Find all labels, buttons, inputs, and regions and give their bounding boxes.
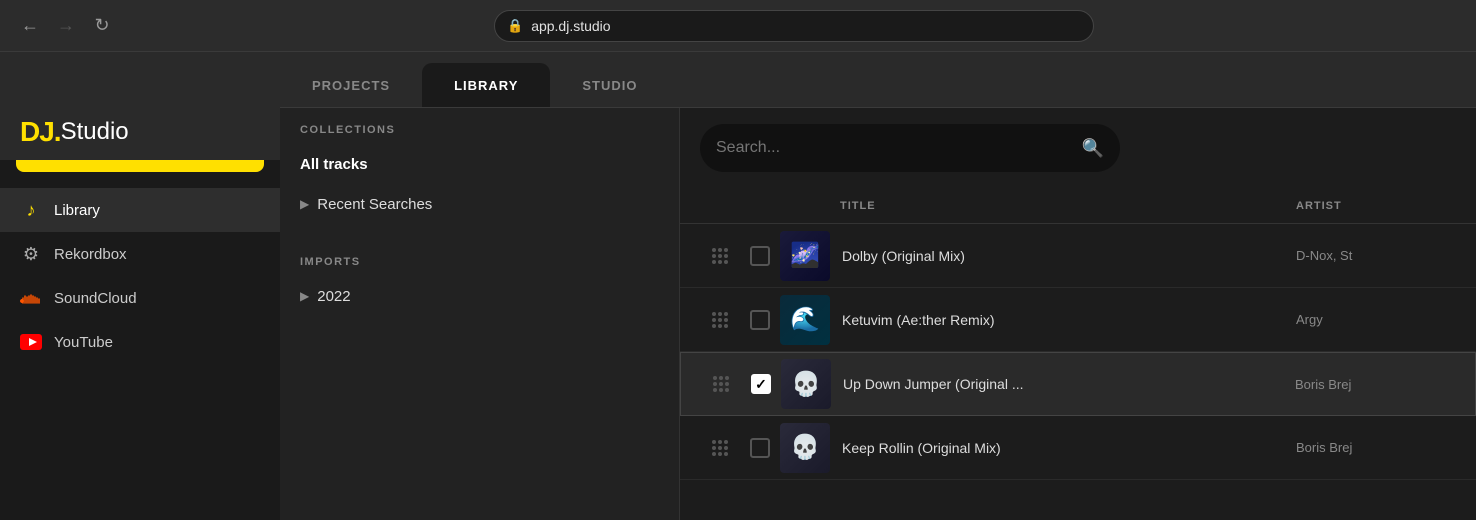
youtube-icon (20, 331, 42, 353)
track-thumbnail: 💀 (780, 423, 830, 473)
table-header: TITLE ARTIST (680, 188, 1476, 224)
drag-handle[interactable] (700, 248, 740, 264)
checkbox-cell[interactable] (740, 310, 780, 330)
recent-searches-label: Recent Searches (317, 196, 432, 213)
table-row[interactable]: ✓ 💀 Up Down Jumper (Original ... Boris B… (680, 352, 1476, 416)
th-title: TITLE (840, 200, 1296, 212)
track-artist: D-Nox, St (1296, 248, 1456, 263)
sidebar-label-soundcloud: SoundCloud (54, 290, 137, 307)
drag-dots-icon (712, 312, 728, 328)
checkbox-cell[interactable]: ✓ (741, 374, 781, 394)
track-thumbnail: 🌌 (780, 231, 830, 281)
main-content: + Add tracks ♪ Library ⚙ Rekordbox Sound… (0, 108, 1476, 520)
sidebar: + Add tracks ♪ Library ⚙ Rekordbox Sound… (0, 108, 280, 520)
url-text: app.dj.studio (531, 18, 610, 34)
track-title: Up Down Jumper (Original ... (843, 376, 1295, 392)
track-artist: Argy (1296, 312, 1456, 327)
imports-section: IMPORTS ▶ 2022 (280, 240, 679, 316)
all-tracks-label: All tracks (300, 156, 368, 173)
track-checkbox[interactable]: ✓ (751, 374, 771, 394)
track-list: 🌌 Dolby (Original Mix) D-Nox, St (680, 224, 1476, 520)
track-artist: Boris Brej (1295, 377, 1455, 392)
tab-projects[interactable]: PROJECTS (280, 63, 422, 107)
imports-label: IMPORTS (280, 240, 679, 276)
tab-library[interactable]: LIBRARY (422, 63, 550, 107)
checkbox-cell[interactable] (740, 438, 780, 458)
table-row[interactable]: 💀 Keep Rollin (Original Mix) Boris Brej (680, 416, 1476, 480)
checkbox-cell[interactable] (740, 246, 780, 266)
forward-button[interactable]: → (52, 12, 80, 40)
table-row[interactable]: 🌌 Dolby (Original Mix) D-Nox, St (680, 224, 1476, 288)
track-artist: Boris Brej (1296, 440, 1456, 455)
track-title: Keep Rollin (Original Mix) (842, 440, 1296, 456)
track-checkbox[interactable] (750, 438, 770, 458)
app: DJ. Studio PROJECTS LIBRARY STUDIO + Add… (0, 52, 1476, 520)
track-checkbox[interactable] (750, 246, 770, 266)
sidebar-item-youtube[interactable]: YouTube (0, 320, 280, 364)
browser-navigation: ← → ↻ (16, 12, 116, 40)
drag-dots-icon (713, 376, 729, 392)
logo: DJ. Studio (0, 104, 280, 160)
th-artist: ARTIST (1296, 200, 1456, 212)
drag-dots-icon (712, 440, 728, 456)
browser-bar: ← → ↻ 🔒 app.dj.studio (0, 0, 1476, 52)
check-mark-icon: ✓ (755, 376, 767, 393)
tab-studio[interactable]: STUDIO (550, 63, 669, 107)
search-container: 🔍 (680, 108, 1476, 188)
collections-panel: COLLECTIONS All tracks ▶ Recent Searches… (280, 108, 680, 520)
refresh-button[interactable]: ↻ (88, 12, 116, 40)
collection-recent-searches[interactable]: ▶ Recent Searches (280, 184, 679, 224)
sidebar-item-library[interactable]: ♪ Library (0, 188, 280, 232)
address-bar[interactable]: 🔒 app.dj.studio (494, 10, 1094, 42)
table-row[interactable]: 🌊 Ketuvim (Ae:ther Remix) Argy (680, 288, 1476, 352)
logo-studio: Studio (61, 118, 129, 146)
back-button[interactable]: ← (16, 12, 44, 40)
track-title: Dolby (Original Mix) (842, 248, 1296, 264)
track-thumbnail: 🌊 (780, 295, 830, 345)
track-title: Ketuvim (Ae:ther Remix) (842, 312, 1296, 328)
2022-label: 2022 (317, 288, 350, 305)
track-thumbnail: 💀 (781, 359, 831, 409)
lock-icon: 🔒 (507, 18, 523, 34)
sidebar-item-soundcloud[interactable]: SoundCloud (0, 276, 280, 320)
collections-label: COLLECTIONS (280, 108, 679, 144)
track-checkbox[interactable] (750, 310, 770, 330)
search-input[interactable] (716, 139, 1072, 157)
top-nav: DJ. Studio PROJECTS LIBRARY STUDIO (0, 52, 1476, 108)
recent-searches-arrow: ▶ (300, 197, 309, 211)
sidebar-item-rekordbox[interactable]: ⚙ Rekordbox (0, 232, 280, 276)
sidebar-label-rekordbox: Rekordbox (54, 246, 127, 263)
logo-dj: DJ. (20, 116, 61, 148)
collection-all-tracks[interactable]: All tracks (280, 144, 679, 184)
drag-handle[interactable] (700, 312, 740, 328)
sidebar-label-youtube: YouTube (54, 334, 113, 351)
drag-handle[interactable] (701, 376, 741, 392)
drag-handle[interactable] (700, 440, 740, 456)
sidebar-label-library: Library (54, 202, 100, 219)
collection-2022[interactable]: ▶ 2022 (280, 276, 679, 316)
2022-arrow: ▶ (300, 289, 309, 303)
search-bar[interactable]: 🔍 (700, 124, 1120, 172)
track-area: 🔍 TITLE ARTIST (680, 108, 1476, 520)
soundcloud-icon (20, 287, 42, 309)
drag-dots-icon (712, 248, 728, 264)
music-icon: ♪ (20, 199, 42, 221)
search-icon: 🔍 (1082, 138, 1104, 159)
rekordbox-icon: ⚙ (20, 243, 42, 265)
